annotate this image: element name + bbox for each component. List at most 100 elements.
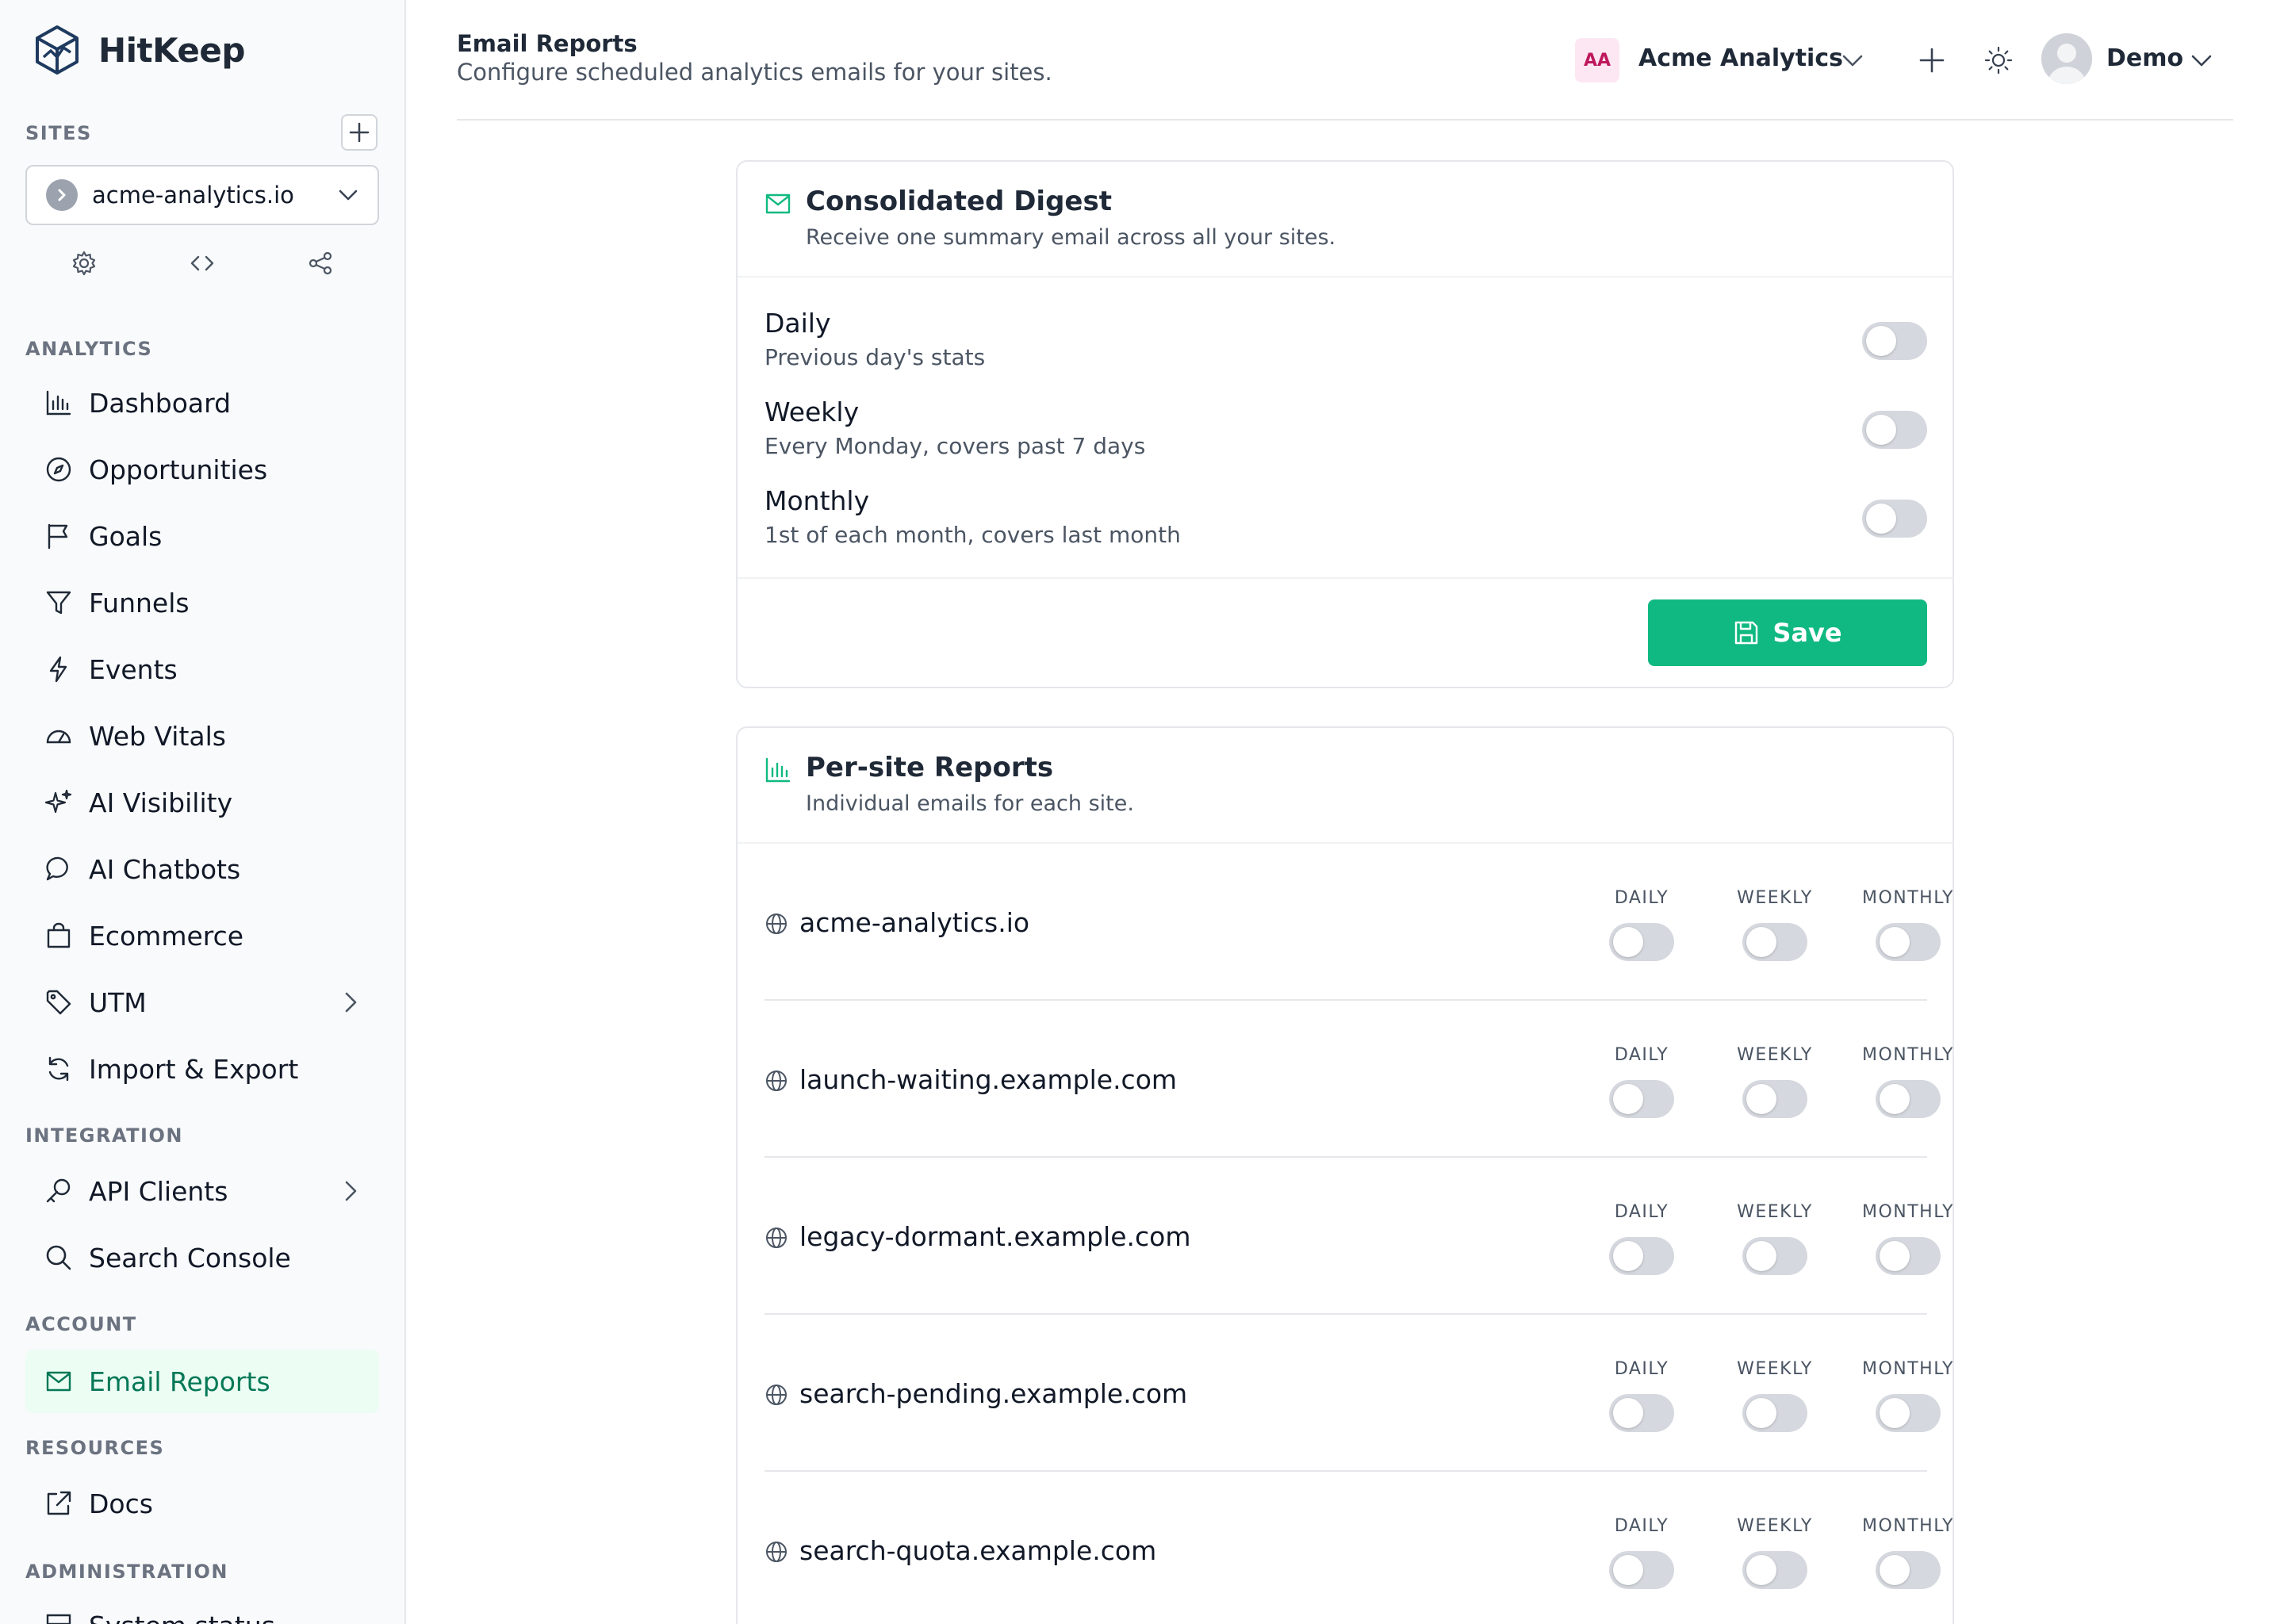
weekly-toggle[interactable] <box>1742 1551 1807 1589</box>
site-report-row: legacy-dormant.example.com DAILY WEEKLY … <box>765 1158 1953 1315</box>
weekly-toggle[interactable] <box>1742 1394 1807 1432</box>
app-name: HitKeep <box>98 30 245 70</box>
org-avatar[interactable]: AA <box>1575 38 1619 82</box>
site-report-row: search-quota.example.com DAILY WEEKLY MO… <box>765 1472 1953 1624</box>
monthly-toggle[interactable] <box>1876 1080 1941 1118</box>
save-icon <box>1735 621 1758 645</box>
integration-section-label: INTEGRATION <box>25 1124 183 1147</box>
monthly-column-label: MONTHLY <box>1861 1359 1954 1379</box>
digest-monthly-toggle[interactable] <box>1862 500 1927 538</box>
sidebar-item-web-vitals[interactable]: Web Vitals <box>25 704 379 768</box>
administration-section-label: ADMINISTRATION <box>25 1561 228 1583</box>
monthly-toggle[interactable] <box>1876 1394 1941 1432</box>
sidebar-item-label: API Clients <box>89 1175 228 1207</box>
weekly-toggle[interactable] <box>1742 1080 1807 1118</box>
sparkles-icon <box>43 787 75 818</box>
sidebar-item-label: Docs <box>89 1488 153 1519</box>
chevron-down-icon <box>1842 55 1863 67</box>
sidebar-item-utm[interactable]: UTM <box>25 971 379 1034</box>
sidebar-item-label: Events <box>89 653 178 685</box>
sidebar-item-label: AI Visibility <box>89 787 233 818</box>
sidebar-item-email-reports[interactable]: Email Reports <box>25 1350 379 1413</box>
bar-chart-icon <box>765 756 791 783</box>
per-site-reports-card: Per-site Reports Individual emails for e… <box>736 726 1954 1624</box>
frequency-description: Previous day's stats <box>765 344 986 370</box>
site-favicon-icon <box>46 179 78 211</box>
daily-column-label: DAILY <box>1614 1516 1669 1536</box>
monthly-toggle[interactable] <box>1876 923 1941 961</box>
sidebar-item-goals[interactable]: Goals <box>25 504 379 568</box>
sidebar-item-system-status[interactable]: System status <box>25 1594 379 1624</box>
site-name: legacy-dormant.example.com <box>799 1221 1191 1252</box>
server-icon <box>43 1610 75 1624</box>
sidebar-item-events[interactable]: Events <box>25 638 379 701</box>
daily-toggle[interactable] <box>1609 1394 1674 1432</box>
key-icon <box>43 1175 75 1207</box>
sidebar-item-docs[interactable]: Docs <box>25 1472 379 1535</box>
site-selector[interactable]: acme-analytics.io <box>25 165 379 225</box>
add-button[interactable] <box>1914 43 1949 78</box>
consolidated-digest-card: Consolidated Digest Receive one summary … <box>736 160 1954 688</box>
frequency-title: Weekly <box>765 396 860 427</box>
daily-toggle[interactable] <box>1609 1551 1674 1589</box>
card-header: Per-site Reports Individual emails for e… <box>738 728 1953 844</box>
weekly-column-label: WEEKLY <box>1737 1202 1813 1222</box>
user-menu-chevron[interactable] <box>2184 43 2219 78</box>
sidebar-item-label: AI Chatbots <box>89 853 241 885</box>
theme-toggle-button[interactable] <box>1981 43 2016 78</box>
selected-site-label: acme-analytics.io <box>92 182 294 209</box>
share-icon <box>308 251 331 275</box>
digest-daily-toggle[interactable] <box>1862 322 1927 360</box>
sidebar-item-search-console[interactable]: Search Console <box>25 1226 379 1289</box>
site-settings-button[interactable] <box>68 247 100 279</box>
sidebar-item-ai-visibility[interactable]: AI Visibility <box>25 771 379 834</box>
page-subtitle: Configure scheduled analytics emails for… <box>457 59 1052 86</box>
user-menu[interactable]: Demo <box>2106 44 2183 72</box>
shopping-bag-icon <box>43 920 75 952</box>
external-link-icon <box>43 1488 75 1519</box>
weekly-column-label: WEEKLY <box>1737 888 1813 908</box>
daily-column-label: DAILY <box>1614 1359 1669 1379</box>
gear-icon <box>73 251 96 276</box>
digest-weekly-toggle[interactable] <box>1862 411 1927 449</box>
sidebar-item-label: Opportunities <box>89 454 268 485</box>
sidebar-item-import-export[interactable]: Import & Export <box>25 1037 379 1101</box>
frequency-title: Monthly <box>765 485 870 516</box>
card-title: Per-site Reports <box>806 752 1054 783</box>
globe-icon <box>765 1069 788 1093</box>
card-title: Consolidated Digest <box>806 186 1112 217</box>
daily-column-label: DAILY <box>1614 1202 1669 1222</box>
chevron-right-icon <box>345 992 357 1013</box>
refresh-icon <box>43 1053 75 1085</box>
sidebar-item-funnels[interactable]: Funnels <box>25 571 379 634</box>
weekly-toggle[interactable] <box>1742 1237 1807 1275</box>
sidebar-item-ecommerce[interactable]: Ecommerce <box>25 904 379 967</box>
app-logo[interactable]: HitKeep <box>33 24 245 76</box>
card-footer-divider <box>738 577 1953 579</box>
org-switcher[interactable]: Acme Analytics <box>1638 44 1843 72</box>
monthly-toggle[interactable] <box>1876 1237 1941 1275</box>
weekly-toggle[interactable] <box>1742 923 1807 961</box>
sidebar-item-opportunities[interactable]: Opportunities <box>25 438 379 501</box>
site-embed-code-button[interactable] <box>186 247 218 279</box>
frequency-title: Daily <box>765 308 831 339</box>
monthly-column-label: MONTHLY <box>1861 888 1954 908</box>
sidebar-item-ai-chatbots[interactable]: AI Chatbots <box>25 837 379 901</box>
sidebar-item-label: Ecommerce <box>89 920 244 952</box>
sidebar-item-dashboard[interactable]: Dashboard <box>25 371 379 435</box>
sidebar-item-api-clients[interactable]: API Clients <box>25 1159 379 1223</box>
monthly-toggle[interactable] <box>1876 1551 1941 1589</box>
bar-chart-icon <box>43 387 75 419</box>
save-button[interactable]: Save <box>1648 599 1927 666</box>
org-switcher-chevron[interactable] <box>1835 43 1870 78</box>
daily-toggle[interactable] <box>1609 1080 1674 1118</box>
site-share-button[interactable] <box>305 247 336 279</box>
daily-toggle[interactable] <box>1609 923 1674 961</box>
sidebar-item-label: UTM <box>89 986 147 1018</box>
add-site-button[interactable] <box>341 114 377 151</box>
user-avatar[interactable] <box>2041 33 2092 84</box>
site-tools <box>25 247 379 279</box>
digest-weekly-row: Weekly Every Monday, covers past 7 days <box>765 396 1927 476</box>
sidebar-item-label: Web Vitals <box>89 720 226 752</box>
daily-toggle[interactable] <box>1609 1237 1674 1275</box>
